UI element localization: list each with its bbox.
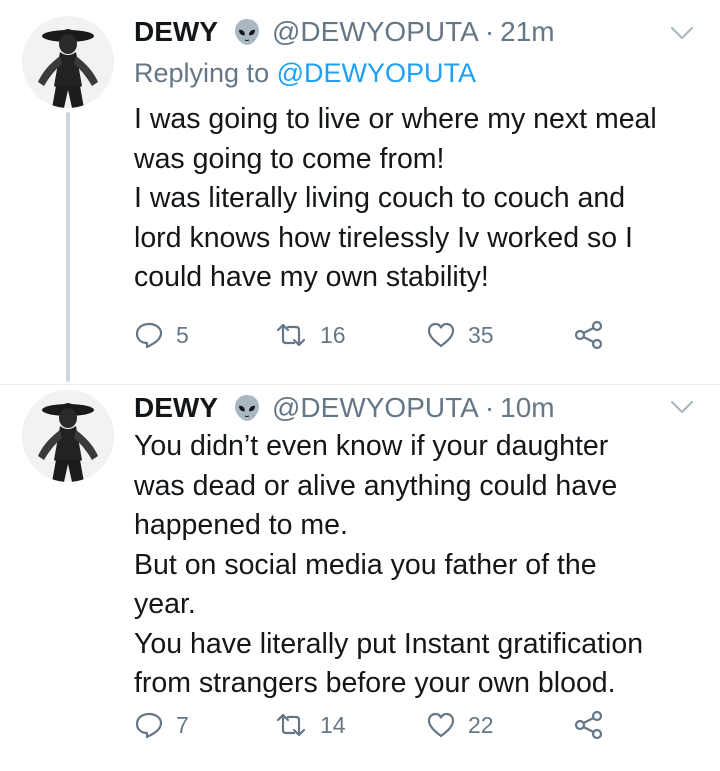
tweet[interactable]: DEWY @DEWYOPUTA · 10m You didn’t even kn… (0, 384, 720, 771)
retweet-button[interactable]: 16 (274, 319, 346, 351)
heart-icon (426, 711, 456, 739)
share-button[interactable] (574, 319, 604, 351)
avatar[interactable] (22, 16, 114, 108)
timestamp[interactable]: 10m (500, 392, 554, 424)
reply-count: 7 (176, 711, 189, 738)
display-name[interactable]: DEWY (134, 392, 218, 424)
share-icon (574, 710, 604, 740)
replying-to-label: Replying to (134, 58, 277, 88)
display-name[interactable]: DEWY (134, 16, 218, 48)
tweet-text-line: lord knows how tirelessly Iv worked so I (134, 221, 633, 254)
tweet-text: You didn’t even know if your daughter wa… (134, 427, 704, 704)
tweet-actions: 5 16 35 (134, 319, 614, 351)
tweet-text-line: You have literally put Instant gratifica… (134, 627, 644, 660)
separator-dot: · (484, 392, 495, 423)
tweet[interactable]: DEWY @DEWYOPUTA · 21m Replying to @DEWYO… (0, 0, 720, 384)
reply-count: 5 (176, 321, 189, 348)
tweet-text-line: from strangers before your own blood. (134, 667, 616, 699)
alien-emoji-icon (232, 393, 262, 423)
retweet-icon (274, 322, 308, 348)
reply-icon (134, 321, 164, 349)
like-count: 22 (468, 711, 494, 738)
replying-to: Replying to @DEWYOPUTA (134, 58, 476, 89)
tweet-text: I was going to live or where my next mea… (134, 100, 704, 298)
share-icon (574, 320, 604, 350)
tweet-text-line: could have my own stability! (134, 261, 489, 293)
tweet-header: DEWY @DEWYOPUTA · 10m (134, 390, 555, 426)
like-button[interactable]: 35 (426, 319, 494, 351)
retweet-count: 16 (320, 321, 346, 348)
retweet-count: 14 (320, 711, 346, 738)
like-button[interactable]: 22 (426, 709, 494, 741)
like-count: 35 (468, 321, 494, 348)
heart-icon (426, 321, 456, 349)
alien-emoji-icon (232, 17, 262, 47)
tweet-text-line: But on social media you father of the (134, 548, 597, 581)
separator-dot: · (484, 16, 495, 47)
chevron-down-icon[interactable] (670, 400, 694, 414)
retweet-icon (274, 712, 308, 738)
timestamp[interactable]: 21m (500, 16, 554, 48)
share-button[interactable] (574, 709, 604, 741)
chevron-down-icon[interactable] (670, 26, 694, 40)
tweet-text-line: You didn’t even know if your daughter (134, 430, 609, 462)
tweet-actions: 7 14 22 (134, 709, 614, 741)
user-handle[interactable]: @DEWYOPUTA (272, 392, 479, 424)
tweet-text-line: I was literally living couch to couch an… (134, 182, 626, 214)
replying-to-handle[interactable]: @DEWYOPUTA (277, 58, 476, 88)
reply-icon (134, 711, 164, 739)
tweet-text-line: I was going to live or where my next mea… (134, 103, 657, 135)
tweet-text-line: year. (134, 588, 196, 620)
tweet-text-line: was going to come from! (134, 142, 445, 175)
tweet-header: DEWY @DEWYOPUTA · 21m (134, 14, 555, 50)
tweet-text-line: happened to me. (134, 509, 348, 541)
reply-button[interactable]: 5 (134, 319, 189, 351)
user-handle[interactable]: @DEWYOPUTA (272, 16, 479, 48)
reply-button[interactable]: 7 (134, 709, 189, 741)
retweet-button[interactable]: 14 (274, 709, 346, 741)
tweet-text-line: was dead or alive anything could have (134, 469, 618, 502)
avatar[interactable] (22, 390, 114, 482)
